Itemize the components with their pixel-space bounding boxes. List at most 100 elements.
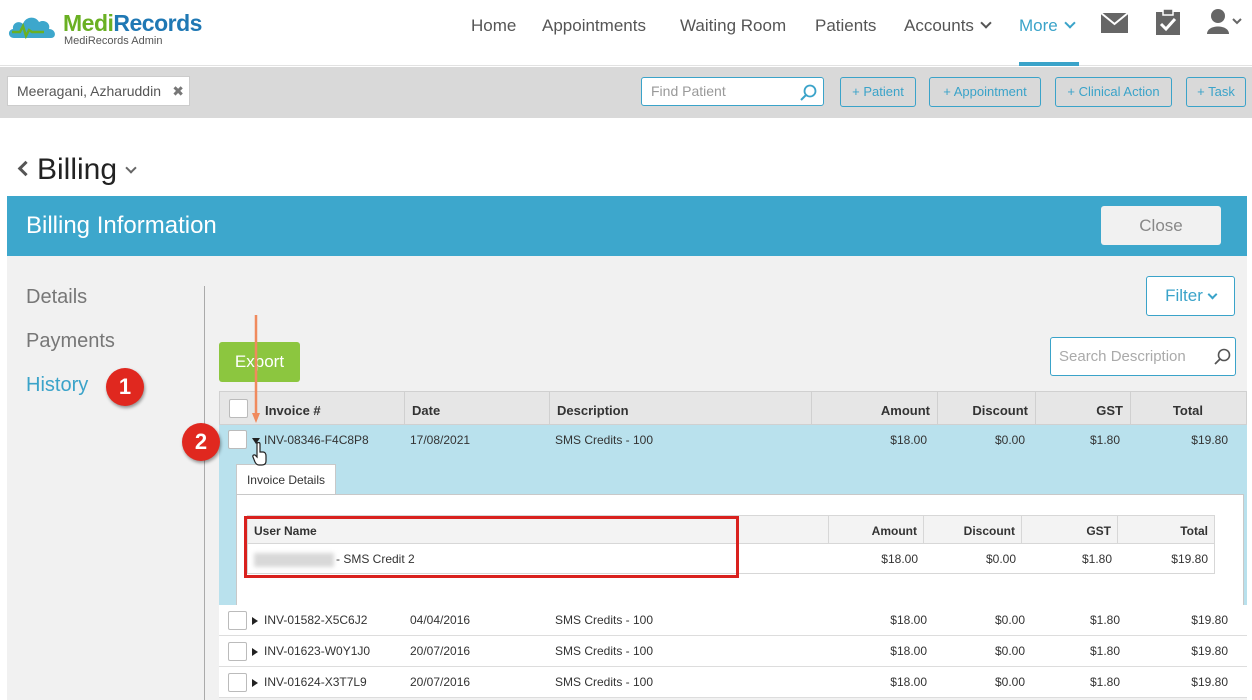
- clipboard-check-icon[interactable]: [1156, 9, 1180, 35]
- detail-discount: $0.00: [985, 552, 1016, 566]
- col-gst[interactable]: GST: [1036, 392, 1131, 425]
- col-detail-discount: Discount: [924, 516, 1022, 544]
- add-patient-button[interactable]: + Patient: [840, 77, 916, 107]
- sidebar-item-details[interactable]: Details: [26, 286, 87, 309]
- cell-date: 17/08/2021: [410, 433, 471, 447]
- cell-total: $19.80: [1191, 644, 1228, 658]
- cell-date: 20/07/2016: [410, 675, 471, 689]
- cell-discount: $0.00: [994, 433, 1025, 447]
- table-row[interactable]: INV-01623-W0Y1J0 20/07/2016 SMS Credits …: [219, 636, 1247, 667]
- table-row-expanded[interactable]: INV-08346-F4C8P8 17/08/2021 SMS Credits …: [219, 425, 1247, 456]
- col-detail-total: Total: [1180, 524, 1208, 538]
- page-title-text: Billing: [37, 153, 118, 186]
- cell-amount: $18.00: [890, 613, 927, 627]
- nav-more-label: More: [1019, 16, 1058, 35]
- find-patient-input[interactable]: Find Patient: [641, 77, 824, 106]
- highlight-box: [244, 516, 739, 578]
- row-checkbox[interactable]: [228, 430, 247, 449]
- cell-discount: $0.00: [994, 644, 1025, 658]
- col-description[interactable]: Description: [550, 392, 812, 425]
- mail-icon[interactable]: [1101, 13, 1128, 33]
- col-date[interactable]: Date: [405, 392, 550, 425]
- expand-triangle-icon[interactable]: [252, 617, 258, 625]
- cell-invoice: INV-01582-X5C6J2: [264, 613, 368, 627]
- col-invoice[interactable]: Invoice #: [258, 392, 405, 425]
- col-discount[interactable]: Discount: [938, 392, 1036, 425]
- cell-gst: $1.80: [1089, 613, 1120, 627]
- sidebar-item-payments[interactable]: Payments: [26, 330, 115, 353]
- table-row[interactable]: INV-01582-X5C6J2 04/04/2016 SMS Credits …: [219, 605, 1247, 636]
- billing-information-title: Billing Information: [26, 212, 217, 239]
- col-detail-gst: GST: [1022, 516, 1118, 544]
- find-patient-placeholder: Find Patient: [651, 83, 726, 99]
- arrow-down-icon: [252, 315, 260, 423]
- col-amount[interactable]: Amount: [812, 392, 938, 425]
- expand-triangle-icon[interactable]: [252, 648, 258, 656]
- row-checkbox[interactable]: [228, 673, 247, 692]
- nav-more[interactable]: More: [1019, 14, 1076, 38]
- cell-amount: $18.00: [890, 675, 927, 689]
- cell-invoice: INV-01623-W0Y1J0: [264, 644, 371, 658]
- detail-amount: $18.00: [881, 552, 918, 566]
- top-navbar: MediRecords MediRecords Admin Home Appoi…: [0, 0, 1252, 66]
- cell-description: SMS Credits - 100: [555, 644, 654, 658]
- cloud-logo-icon: [8, 17, 55, 40]
- chevron-down-icon: [1207, 289, 1218, 300]
- cell-date: 20/07/2016: [410, 644, 471, 658]
- nav-patients[interactable]: Patients: [815, 14, 876, 38]
- hand-cursor-icon: [252, 442, 267, 466]
- nav-waiting-room[interactable]: Waiting Room: [680, 14, 786, 38]
- select-all-checkbox[interactable]: [229, 399, 248, 418]
- cell-gst: $1.80: [1089, 433, 1120, 447]
- col-total[interactable]: Total: [1131, 392, 1210, 425]
- detail-gst: $1.80: [1081, 552, 1112, 566]
- chevron-down-icon[interactable]: [125, 162, 137, 174]
- brand-name: MediRecords: [63, 10, 202, 37]
- chevron-down-icon: [1064, 17, 1076, 29]
- back-arrow-icon[interactable]: [17, 160, 34, 177]
- search-description-input[interactable]: Search Description: [1050, 337, 1236, 376]
- col-detail-amount: Amount: [829, 516, 924, 544]
- cell-total: $19.80: [1191, 433, 1228, 447]
- medirecords-logo[interactable]: MediRecords MediRecords Admin: [6, 8, 216, 52]
- cell-gst: $1.80: [1089, 644, 1120, 658]
- search-icon[interactable]: [800, 84, 817, 101]
- brand-prefix: Medi: [63, 10, 114, 36]
- cell-date: 04/04/2016: [410, 613, 471, 627]
- cell-amount: $18.00: [890, 433, 927, 447]
- detail-total: $19.80: [1171, 552, 1208, 566]
- filter-label: Filter: [1165, 286, 1203, 305]
- cell-amount: $18.00: [890, 644, 927, 658]
- table-row[interactable]: INV-01624-X3T7L9 20/07/2016 SMS Credits …: [219, 667, 1247, 698]
- sidebar-divider: [204, 286, 205, 700]
- row-checkbox[interactable]: [228, 611, 247, 630]
- cell-description: SMS Credits - 100: [555, 433, 654, 447]
- search-icon[interactable]: [1214, 348, 1231, 365]
- chevron-down-icon: [980, 17, 992, 29]
- annotation-badge-1: 1: [106, 368, 144, 406]
- add-appointment-button[interactable]: + Appointment: [929, 77, 1041, 107]
- filter-button[interactable]: Filter: [1146, 276, 1235, 316]
- current-patient-tag[interactable]: Meeragani, Azharuddin ✖: [7, 76, 190, 106]
- nav-home[interactable]: Home: [471, 14, 516, 38]
- user-icon[interactable]: [1207, 8, 1243, 34]
- page-title: Billing: [16, 153, 137, 187]
- cell-total: $19.80: [1191, 613, 1228, 627]
- search-description-placeholder: Search Description: [1059, 348, 1186, 365]
- nav-accounts-label: Accounts: [904, 16, 974, 35]
- cell-discount: $0.00: [994, 675, 1025, 689]
- add-task-button[interactable]: + Task: [1186, 77, 1246, 107]
- brand-suffix: Records: [113, 10, 202, 36]
- tab-invoice-details[interactable]: Invoice Details: [236, 464, 336, 495]
- close-icon[interactable]: ✖: [172, 77, 184, 105]
- add-clinical-action-button[interactable]: + Clinical Action: [1055, 77, 1172, 107]
- close-button[interactable]: Close: [1101, 206, 1221, 245]
- patient-bar: Meeragani, Azharuddin ✖ Find Patient + P…: [0, 67, 1252, 118]
- row-checkbox[interactable]: [228, 642, 247, 661]
- billing-content: Details Payments History Filter Export S…: [7, 256, 1247, 700]
- nav-appointments[interactable]: Appointments: [542, 14, 646, 38]
- billing-information-header: Billing Information Close: [7, 196, 1247, 256]
- sidebar-item-history[interactable]: History: [26, 374, 88, 397]
- expand-triangle-icon[interactable]: [252, 679, 258, 687]
- nav-accounts[interactable]: Accounts: [904, 14, 992, 38]
